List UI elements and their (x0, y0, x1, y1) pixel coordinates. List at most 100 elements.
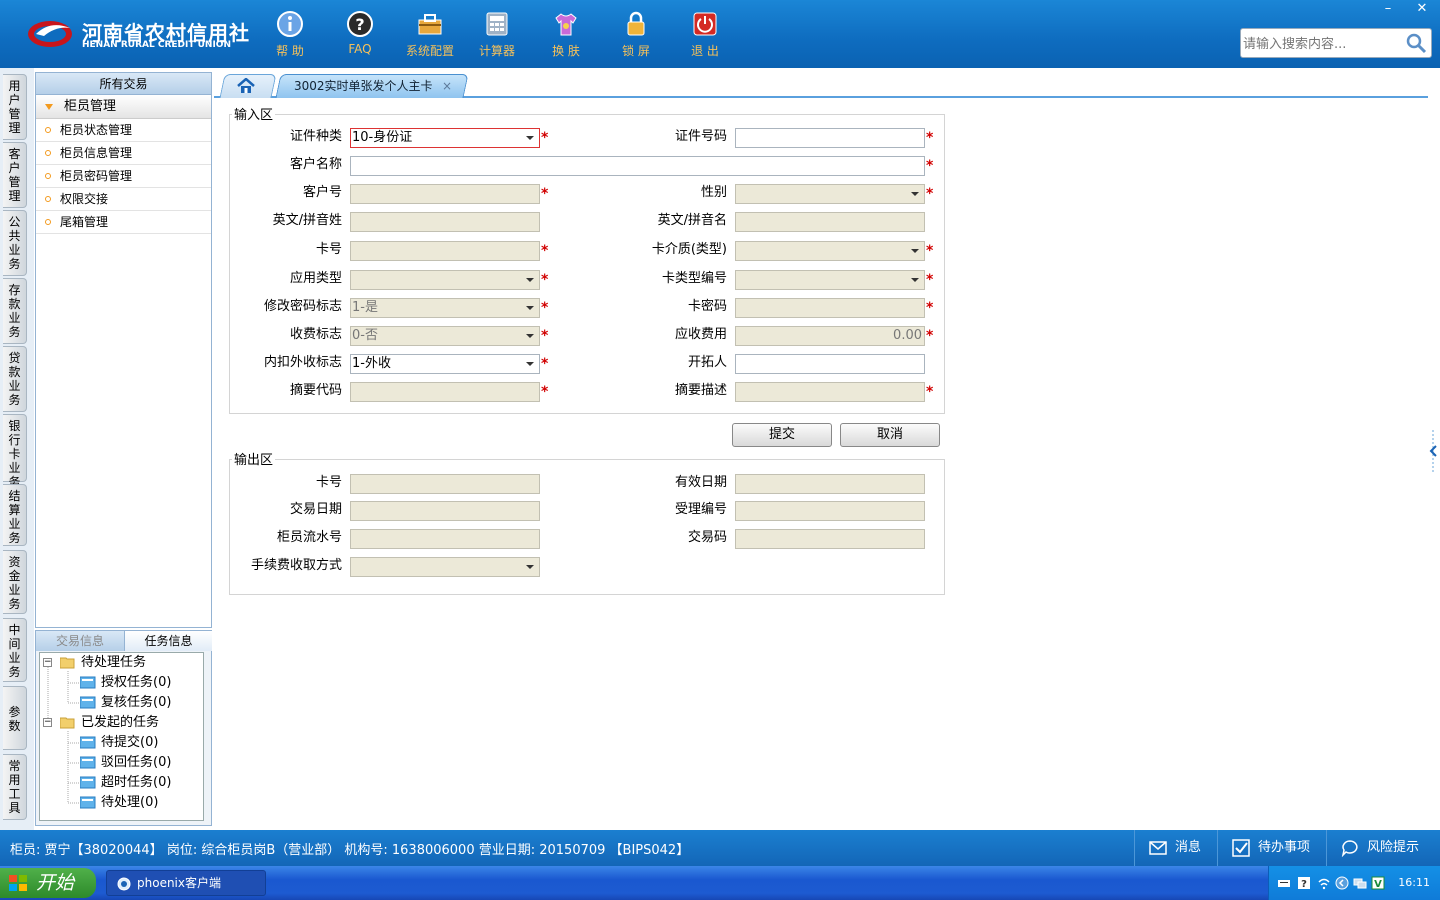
tab-intermediate-business[interactable]: 中间业务 (3, 618, 27, 682)
logo: 河南省农村信用社 HENAN RURAL CREDIT UNION (26, 14, 249, 54)
valid-date-field (735, 474, 925, 494)
tab-parameters[interactable]: 参数 (3, 686, 27, 750)
task-panel: 交易信息 任务信息 − 待处理任务 授权任务(0) 复核任务(0) − 已发起的… (35, 630, 212, 826)
change-pwd-flag-select[interactable]: 1-是 (350, 298, 540, 318)
calculator-button[interactable]: 计算器 (467, 8, 527, 60)
inner-outer-flag-value: 1-外收 (352, 356, 391, 371)
risk-alert-button[interactable]: 风险提示 (1326, 830, 1440, 866)
todo-button[interactable]: 待办事项 (1217, 830, 1323, 866)
fee-method-select[interactable] (350, 557, 540, 577)
start-button[interactable]: 开始 (0, 868, 96, 898)
task-panel-tabs: 交易信息 任务信息 (36, 631, 212, 651)
tab-task-info[interactable]: 任务信息 (124, 631, 212, 651)
home-icon[interactable] (236, 78, 256, 94)
app-type-select[interactable] (350, 270, 540, 290)
search-icon[interactable] (1405, 32, 1427, 54)
tree-node-to-submit[interactable]: 待提交(0) (80, 733, 158, 753)
nav-item-permission-handover[interactable]: 权限交接 (36, 188, 211, 211)
bullet-icon (45, 173, 51, 179)
close-window-button[interactable]: ✕ (1406, 0, 1438, 20)
taskbar-item-label: phoenix客户端 (137, 876, 221, 890)
tab-transaction-info[interactable]: 交易信息 (36, 631, 124, 651)
tree-node-label: 复核任务(0) (101, 695, 172, 710)
tab-loan-business[interactable]: 贷款业务 (3, 346, 27, 412)
trans-date-field (350, 501, 540, 521)
nav-item-teller-info[interactable]: 柜员信息管理 (36, 142, 211, 165)
inner-outer-flag-select[interactable]: 1-外收 (350, 354, 540, 374)
bullet-icon (45, 196, 51, 202)
tree-node-to-process[interactable]: 待处理(0) (80, 793, 158, 813)
id-type-select[interactable]: 10-身份证 (350, 128, 540, 148)
label-valid-date: 有效日期 (674, 475, 727, 490)
expand-left-icon[interactable] (1428, 430, 1440, 472)
tab-public-business[interactable]: 公共业务 (3, 210, 27, 276)
wifi-icon[interactable] (1317, 876, 1331, 890)
faq-button[interactable]: ? FAQ (330, 8, 390, 60)
lock-screen-button[interactable]: 锁 屏 (606, 8, 666, 60)
tree-node-timeout[interactable]: 超时任务(0) (80, 773, 171, 793)
customer-name-field[interactable] (350, 156, 925, 176)
folder-icon (80, 796, 96, 809)
folder-icon (80, 696, 96, 709)
submit-button[interactable]: 提交 (732, 423, 832, 447)
keyboard-icon[interactable] (1277, 876, 1291, 890)
tree-node-authorize[interactable]: 授权任务(0) (80, 673, 171, 693)
id-type-value: 10-身份证 (352, 130, 413, 145)
network-icon[interactable] (1353, 876, 1367, 890)
developer-field[interactable] (735, 354, 925, 374)
label-card-type-no: 卡类型编号 (661, 271, 727, 286)
search-input[interactable] (1243, 33, 1403, 55)
exit-button[interactable]: 退 出 (675, 8, 735, 60)
tab-bank-card-business[interactable]: 银行卡业务 (3, 414, 27, 489)
tab-user-management[interactable]: 用户管理 (3, 74, 27, 140)
nav-item-teller-password[interactable]: 柜员密码管理 (36, 165, 211, 188)
fee-flag-select[interactable]: 0-否 (350, 326, 540, 346)
nav-item-tail-box[interactable]: 尾箱管理 (36, 211, 211, 234)
gender-select[interactable] (735, 184, 925, 204)
tab-active-title: 3002实时单张发个人主卡 (294, 79, 433, 93)
tab-close-icon[interactable]: × (442, 75, 454, 97)
tree-node-initiated[interactable]: 已发起的任务 (60, 713, 159, 733)
tab-label: 结算业务 (8, 489, 21, 545)
label-fee-method: 手续费收取方式 (250, 558, 342, 573)
lock-icon (627, 11, 645, 36)
tab-fund-business[interactable]: 资金业务 (3, 550, 27, 614)
antivirus-icon[interactable]: V (1371, 876, 1385, 890)
taskbar-item-phoenix[interactable]: phoenix客户端 (106, 870, 266, 896)
risk-alert-label: 风险提示 (1367, 840, 1420, 855)
mail-icon (1149, 841, 1167, 855)
label-fee-flag: 收费标志 (289, 327, 342, 342)
label-fee-due: 应收费用 (674, 327, 727, 342)
label-inner-outer-flag: 内扣外收标志 (263, 355, 342, 370)
nav-item-label: 柜员信息管理 (60, 146, 133, 160)
label-card-password: 卡密码 (687, 299, 727, 314)
chevron-left-icon[interactable] (1335, 876, 1349, 890)
tree-node-label: 授权任务(0) (101, 675, 172, 690)
collapse-icon[interactable]: − (43, 658, 52, 667)
card-type-no-select[interactable] (735, 270, 925, 290)
change-skin-button[interactable]: 换 肤 (536, 8, 596, 60)
svg-text:V: V (1374, 879, 1382, 890)
system-config-button[interactable]: 系统配置 (400, 8, 460, 60)
id-number-field[interactable] (735, 128, 925, 148)
minimize-button[interactable]: – (1372, 0, 1404, 20)
tab-settlement-business[interactable]: 结算业务 (3, 484, 27, 546)
help-button[interactable]: 帮 助 (260, 8, 320, 60)
tab-deposit-business[interactable]: 存款业务 (3, 278, 27, 344)
cancel-button[interactable]: 取消 (840, 423, 940, 447)
toolbox-icon (418, 14, 442, 35)
tree-node-pending[interactable]: 待处理任务 (60, 653, 146, 673)
tab-common-tools[interactable]: 常用工具 (3, 754, 27, 820)
tree-node-review[interactable]: 复核任务(0) (80, 693, 171, 713)
card-medium-select[interactable] (735, 241, 925, 261)
messages-button[interactable]: 消息 (1134, 830, 1214, 866)
nav-group-teller-management[interactable]: 柜员管理 (36, 95, 211, 119)
tab-customer-management[interactable]: 客户管理 (3, 142, 27, 208)
tree-node-rejected[interactable]: 驳回任务(0) (80, 753, 171, 773)
module-tabs: 用户管理 客户管理 公共业务 存款业务 贷款业务 银行卡业务 结算业务 资金业务… (0, 68, 34, 830)
nav-item-label: 权限交接 (60, 192, 109, 206)
help-tray-icon[interactable]: ? (1297, 876, 1311, 890)
label-summary-desc: 摘要描述 (674, 383, 727, 398)
nav-item-teller-status[interactable]: 柜员状态管理 (36, 119, 211, 142)
collapse-icon[interactable]: − (43, 718, 52, 727)
